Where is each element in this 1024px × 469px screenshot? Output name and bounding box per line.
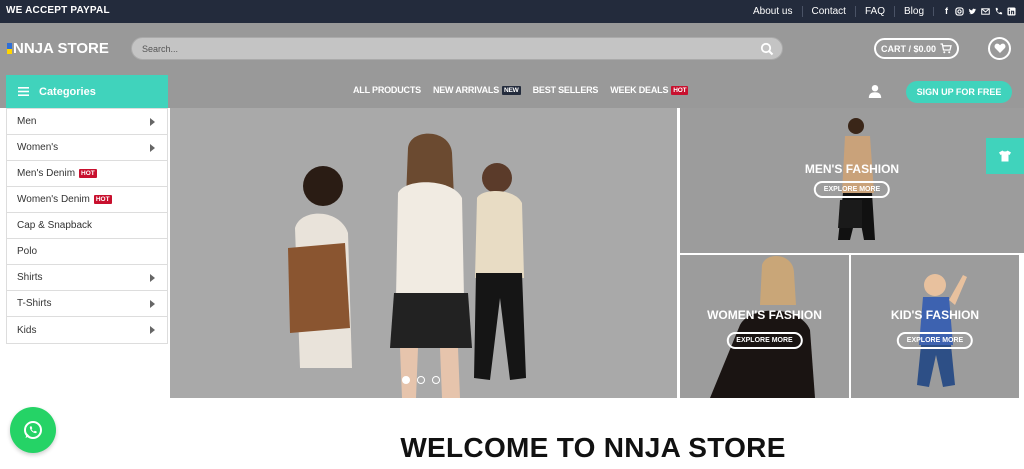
cart-icon (940, 43, 952, 54)
menu-icon (18, 87, 29, 96)
category-label: Women's (17, 142, 59, 153)
slider-dot[interactable] (417, 376, 425, 384)
kids-fashion-tile[interactable]: KID'S FASHION EXPLORE MORE (851, 255, 1019, 398)
explore-more-button[interactable]: EXPLORE MORE (726, 332, 803, 349)
category-label: Men's Denim (17, 168, 76, 179)
womens-fashion-tile[interactable]: WOMEN'S FASHION EXPLORE MORE (680, 255, 849, 398)
welcome-heading: WELCOME TO NNJA STORE (400, 432, 786, 463)
categories-label: Categories (39, 85, 96, 98)
hot-badge: HOT (93, 195, 112, 204)
email-icon[interactable] (981, 7, 990, 16)
ukraine-flag-icon (7, 43, 12, 54)
category-item-mens-denim[interactable]: Men's Denim HOT (7, 161, 167, 187)
cart-label: CART / $0.00 (880, 43, 937, 54)
faq-link[interactable]: FAQ (854, 6, 894, 17)
blog-link[interactable]: Blog (893, 6, 933, 17)
menu-week-deals[interactable]: WEEK DEALS HOT (610, 85, 689, 95)
chevron-right-icon (150, 300, 155, 308)
chevron-right-icon (150, 144, 155, 152)
category-item-tshirts[interactable]: T-Shirts (7, 291, 167, 317)
category-item-men[interactable]: Men (7, 109, 167, 135)
slider-dot[interactable] (402, 376, 410, 384)
tshirt-icon (999, 150, 1011, 162)
category-item-polo[interactable]: Polo (7, 239, 167, 265)
linkedin-icon[interactable] (1007, 7, 1016, 16)
store-logo[interactable]: NNJA STORE (7, 40, 109, 57)
tile-title: WOMEN'S FASHION (707, 308, 822, 322)
search-icon[interactable] (760, 42, 774, 56)
signup-button[interactable]: SIGN UP FOR FREE (906, 81, 1012, 103)
category-label: Women's Denim (17, 194, 90, 205)
top-links: About us Contact FAQ Blog f (744, 0, 1024, 23)
nav-bar: Categories ALL PRODUCTS NEW ARRIVALS NEW … (0, 75, 1024, 108)
search-bar (131, 37, 783, 60)
instagram-icon[interactable] (955, 7, 964, 16)
slider-dots (402, 376, 440, 384)
tile-title: KID'S FASHION (890, 308, 980, 322)
hero-models-image (288, 133, 526, 398)
menu-item-label: NEW ARRIVALS (432, 85, 500, 95)
about-us-link[interactable]: About us (744, 6, 801, 17)
twitter-icon[interactable] (968, 7, 977, 16)
main-menu: ALL PRODUCTS NEW ARRIVALS NEW BEST SELLER… (353, 85, 689, 95)
search-input[interactable] (142, 41, 742, 57)
category-label: Shirts (17, 272, 43, 283)
paypal-notice: WE ACCEPT PAYPAL (6, 5, 110, 16)
logo-text: NNJA STORE (13, 40, 109, 57)
category-label: Men (17, 116, 37, 127)
tile-title: MEN'S FASHION (804, 162, 900, 176)
slider-dot[interactable] (432, 376, 440, 384)
hot-badge: HOT (671, 85, 689, 95)
menu-item-label: BEST SELLERS (532, 85, 599, 95)
category-item-cap-snapback[interactable]: Cap & Snapback (7, 213, 167, 239)
womens-model-image (710, 255, 815, 398)
category-label: Cap & Snapback (17, 220, 93, 231)
menu-best-sellers[interactable]: BEST SELLERS (533, 85, 599, 95)
cart-button[interactable]: CART / $0.00 (874, 38, 959, 59)
wishlist-button[interactable] (988, 37, 1011, 60)
mens-fashion-tile[interactable]: MEN'S FASHION EXPLORE MORE (680, 108, 1024, 253)
explore-more-button[interactable]: EXPLORE MORE (896, 332, 974, 349)
category-label: Polo (17, 246, 38, 257)
category-label: T-Shirts (17, 298, 52, 309)
category-item-kids[interactable]: Kids (7, 317, 167, 343)
menu-item-label: ALL PRODUCTS (353, 85, 421, 95)
category-item-shirts[interactable]: Shirts (7, 265, 167, 291)
category-list: Men Women's Men's Denim HOT Women's Denim… (6, 108, 168, 344)
hot-badge: HOT (79, 169, 97, 178)
phone-icon[interactable] (994, 7, 1003, 16)
heart-icon (994, 43, 1005, 53)
category-item-womens[interactable]: Women's (7, 135, 167, 161)
menu-all-products[interactable]: ALL PRODUCTS (353, 85, 421, 95)
menu-item-label: WEEK DEALS (610, 85, 669, 95)
kids-model-image (917, 274, 967, 387)
categories-button[interactable]: Categories (6, 75, 168, 108)
quick-shop-tab[interactable] (986, 138, 1024, 174)
category-item-womens-denim[interactable]: Women's Denim HOT (7, 187, 167, 213)
explore-more-button[interactable]: EXPLORE MORE (813, 181, 891, 198)
facebook-icon[interactable]: f (942, 7, 951, 16)
chevron-right-icon (150, 326, 155, 334)
category-label: Kids (17, 324, 37, 336)
social-icons: f (933, 7, 1024, 16)
user-icon[interactable] (868, 84, 882, 98)
top-bar: WE ACCEPT PAYPAL About us Contact FAQ Bl… (0, 0, 1024, 23)
header: NNJA STORE CART / $0.00 (0, 23, 1024, 75)
chevron-right-icon (150, 274, 155, 282)
chevron-right-icon (150, 118, 155, 126)
hero-slider[interactable] (170, 108, 677, 398)
new-badge: NEW (502, 85, 521, 95)
contact-link[interactable]: Contact (801, 6, 855, 17)
menu-new-arrivals[interactable]: NEW ARRIVALS NEW (433, 85, 521, 95)
